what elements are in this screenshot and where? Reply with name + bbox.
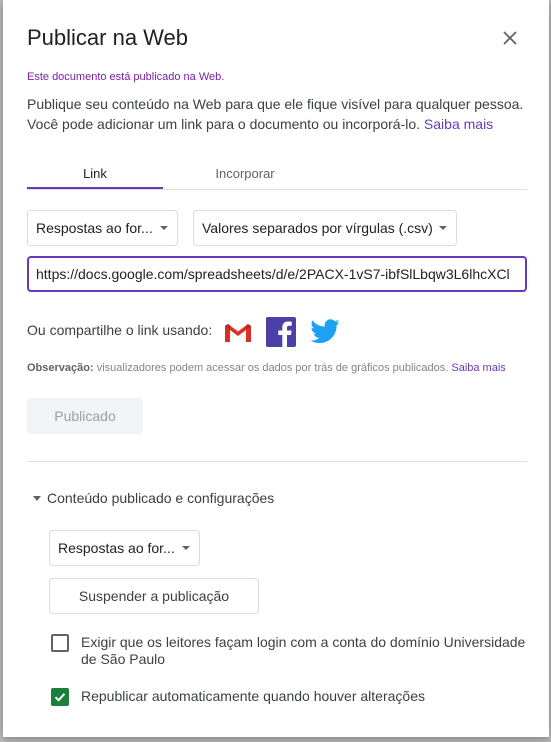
publish-status: Este documento está publicado na Web.: [27, 71, 225, 83]
close-icon[interactable]: [499, 27, 521, 49]
sheet-select[interactable]: Respostas ao for...: [27, 210, 178, 246]
sheet-select-value: Respostas ao for...: [36, 220, 153, 236]
gmail-icon[interactable]: [222, 316, 254, 348]
facebook-icon[interactable]: [265, 316, 297, 348]
divider: [27, 461, 527, 462]
dropdown-arrow-icon: [182, 546, 190, 550]
auto-republish-label: Republicar automaticamente quando houver…: [81, 688, 425, 704]
require-login-checkbox[interactable]: [51, 634, 69, 652]
dialog-title: Publicar na Web: [27, 25, 189, 50]
format-select[interactable]: Valores separados por vírgulas (.csv): [193, 210, 457, 246]
published-sheet-select[interactable]: Respostas ao for...: [49, 530, 200, 566]
share-label: Ou compartilhe o link usando:: [27, 322, 213, 338]
tab-embed[interactable]: Incorporar: [163, 158, 327, 189]
collapse-arrow-icon: [33, 496, 41, 501]
note-learn-more-link[interactable]: Saiba mais: [451, 362, 505, 374]
published-button: Publicado: [27, 398, 143, 434]
twitter-icon[interactable]: [309, 316, 341, 348]
dropdown-arrow-icon: [160, 226, 168, 230]
require-login-label: Exigir que os leitores façam login com a…: [81, 634, 526, 667]
note-prefix: Observação:: [27, 362, 94, 374]
dialog-description: Publique seu conteúdo na Web para que el…: [27, 94, 527, 134]
auto-republish-checkbox[interactable]: [51, 688, 69, 706]
tab-bar: Link Incorporar: [27, 158, 527, 190]
published-sheet-select-value: Respostas ao for...: [58, 540, 175, 556]
note-text: visualizadores podem acessar os dados po…: [93, 362, 449, 374]
learn-more-link[interactable]: Saiba mais: [424, 116, 493, 132]
observation-note: Observação: visualizadores podem acessar…: [27, 362, 506, 374]
tab-link[interactable]: Link: [27, 158, 163, 189]
dropdown-arrow-icon: [439, 226, 447, 230]
stop-publishing-button[interactable]: Suspender a publicação: [49, 578, 259, 614]
format-select-value: Valores separados por vírgulas (.csv): [202, 220, 433, 236]
checkmark-icon: [54, 693, 66, 702]
published-settings-label: Conteúdo publicado e configurações: [47, 490, 275, 506]
published-url-field[interactable]: [27, 256, 527, 292]
publish-to-web-dialog: Publicar na Web Este documento está publ…: [3, 0, 549, 737]
